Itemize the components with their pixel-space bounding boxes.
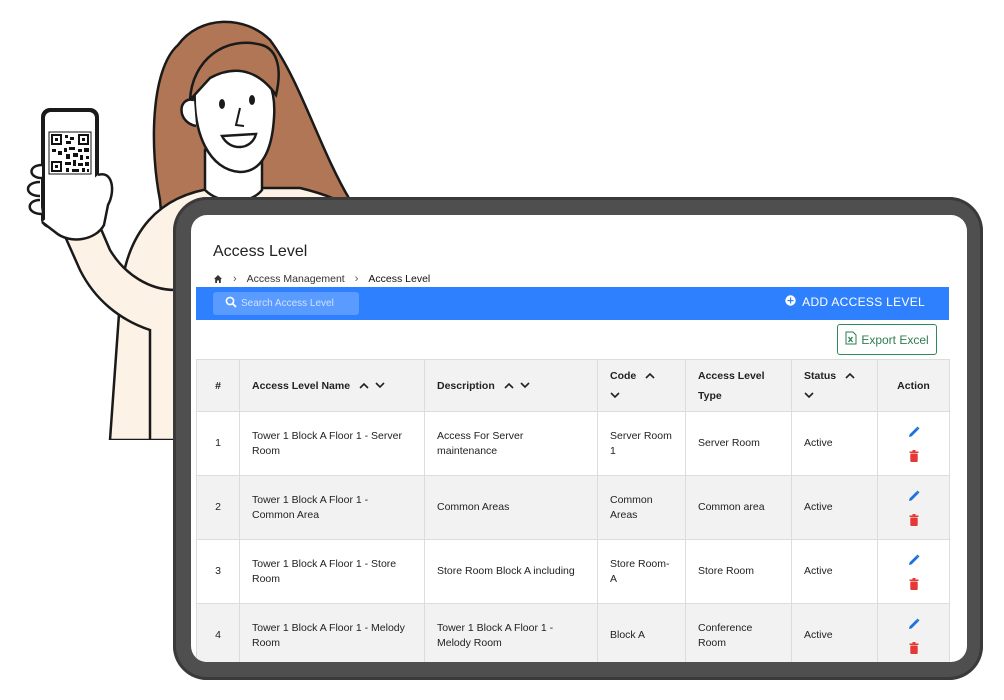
chevron-down-icon[interactable] <box>804 386 814 406</box>
cell-description: Tower 1 Block A Floor 1 - Melody Room <box>424 603 598 662</box>
breadcrumb-current: Access Level <box>368 273 431 285</box>
page-title: Access Level <box>213 243 308 260</box>
cell-status: Active <box>791 603 878 662</box>
column-header-status[interactable]: Status <box>791 359 878 412</box>
cell-type: Server Room <box>685 411 792 476</box>
add-access-level-label: ADD ACCESS LEVEL <box>802 295 925 309</box>
cell-actions <box>877 475 950 540</box>
plus-circle-icon <box>785 295 796 309</box>
export-excel-button[interactable]: Export Excel <box>837 324 937 355</box>
home-icon[interactable] <box>213 274 223 284</box>
column-header-type: Access Level Type <box>685 359 792 412</box>
cell-type: Common area <box>685 475 792 540</box>
cell-status: Active <box>791 475 878 540</box>
add-access-level-button[interactable]: ADD ACCESS LEVEL <box>785 295 925 309</box>
fingers <box>26 163 43 216</box>
chevron-right-icon: › <box>233 273 237 285</box>
chevron-up-icon[interactable] <box>845 372 855 379</box>
cell-number: 3 <box>196 539 240 604</box>
table-row: 3 Tower 1 Block A Floor 1 - Store Room S… <box>196 539 950 604</box>
cell-status: Active <box>791 411 878 476</box>
breadcrumb: › Access Management › Access Level <box>213 272 430 286</box>
column-header-description-label: Description <box>437 379 495 392</box>
cell-code: Common Areas <box>597 475 686 540</box>
search-input[interactable] <box>237 298 356 309</box>
breadcrumb-parent[interactable]: Access Management <box>247 273 345 285</box>
chevron-down-icon[interactable] <box>375 382 385 389</box>
access-level-table: # Access Level Name Description Code Acc… <box>196 359 950 662</box>
cell-description: Common Areas <box>424 475 598 540</box>
chevron-up-icon[interactable] <box>645 372 655 379</box>
column-header-name-label: Access Level Name <box>252 379 351 392</box>
qr-code-icon <box>48 131 92 175</box>
cell-name: Tower 1 Block A Floor 1 - Store Room <box>239 539 425 604</box>
chevron-up-icon[interactable] <box>359 382 369 389</box>
pencil-icon[interactable] <box>908 617 920 630</box>
trash-icon[interactable] <box>909 449 919 462</box>
cell-code: Server Room 1 <box>597 411 686 476</box>
pencil-icon[interactable] <box>908 489 920 502</box>
tablet-frame: Access Level › Access Management › Acces… <box>173 197 983 680</box>
app-screen: Access Level › Access Management › Acces… <box>191 215 967 662</box>
table-row: 4 Tower 1 Block A Floor 1 - Melody Room … <box>196 603 950 662</box>
search-box[interactable] <box>213 292 359 315</box>
cell-actions <box>877 411 950 476</box>
column-header-code-label: Code <box>610 369 637 382</box>
cell-description: Access For Server maintenance <box>424 411 598 476</box>
pencil-icon[interactable] <box>908 553 920 566</box>
search-icon <box>225 295 237 313</box>
eye-right <box>249 95 255 105</box>
column-header-description[interactable]: Description <box>424 359 598 412</box>
cell-number: 4 <box>196 603 240 662</box>
cell-name: Tower 1 Block A Floor 1 - Melody Room <box>239 603 425 662</box>
cell-number: 1 <box>196 411 240 476</box>
column-header-status-label: Status <box>804 369 837 382</box>
column-header-name[interactable]: Access Level Name <box>239 359 425 412</box>
cell-name: Tower 1 Block A Floor 1 - Server Room <box>239 411 425 476</box>
cell-number: 2 <box>196 475 240 540</box>
table-row: 2 Tower 1 Block A Floor 1 - Common Area … <box>196 475 950 540</box>
column-header-number: # <box>196 359 240 412</box>
cell-status: Active <box>791 539 878 604</box>
pencil-icon[interactable] <box>908 425 920 438</box>
table-header-row: # Access Level Name Description Code Acc… <box>196 359 950 412</box>
toolbar: ADD ACCESS LEVEL <box>196 287 949 320</box>
table-row: 1 Tower 1 Block A Floor 1 - Server Room … <box>196 411 950 476</box>
chevron-right-icon: › <box>354 273 359 285</box>
cell-name: Tower 1 Block A Floor 1 - Common Area <box>239 475 425 540</box>
column-header-code[interactable]: Code <box>597 359 686 412</box>
trash-icon[interactable] <box>909 513 919 526</box>
eye-left <box>219 99 225 109</box>
cell-description: Store Room Block A including <box>424 539 598 604</box>
export-excel-label: Export Excel <box>861 332 929 347</box>
cell-code: Store Room-A <box>597 539 686 604</box>
column-header-action: Action <box>877 359 950 412</box>
cell-type: Conference Room <box>685 603 792 662</box>
cell-actions <box>877 539 950 604</box>
chevron-down-icon[interactable] <box>520 382 530 389</box>
trash-icon[interactable] <box>909 641 919 654</box>
cell-actions <box>877 603 950 662</box>
excel-icon <box>845 331 857 348</box>
chevron-up-icon[interactable] <box>504 382 514 389</box>
cell-type: Store Room <box>685 539 792 604</box>
chevron-down-icon[interactable] <box>610 386 620 406</box>
trash-icon[interactable] <box>909 577 919 590</box>
cell-code: Block A <box>597 603 686 662</box>
